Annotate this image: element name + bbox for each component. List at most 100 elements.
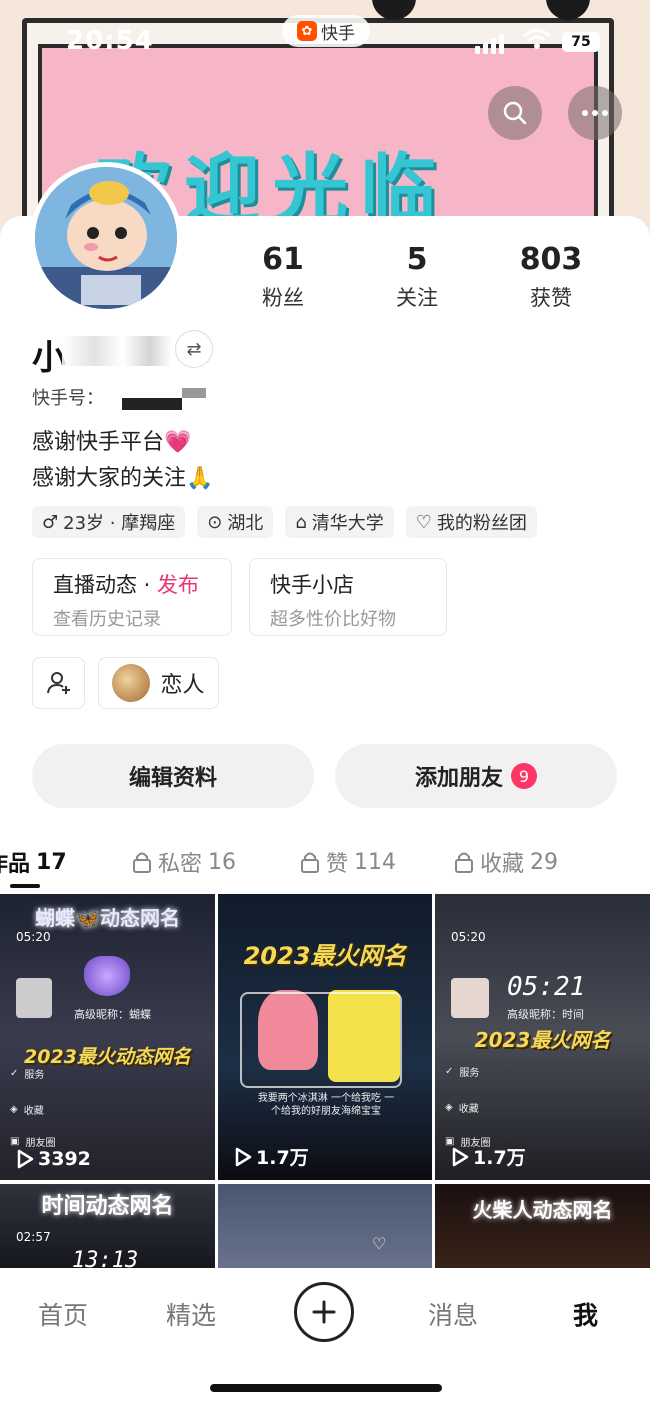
battery-indicator: 75 <box>562 32 600 52</box>
publish-link[interactable]: 发布 <box>157 573 199 597</box>
nickname: 小 <box>32 338 66 378</box>
tag-age: ♂ 23岁 · 摩羯座 <box>32 506 186 538</box>
thumbnail-nickname: 高级昵称：蝴蝶 <box>74 1008 151 1021</box>
tab-liked[interactable]: 赞 114 <box>300 846 396 878</box>
stat-number: 803 <box>519 242 583 277</box>
add-relation-button[interactable] <box>32 657 85 709</box>
menu-line: ▣ 朋友圈 <box>10 1134 55 1149</box>
graduation-cap-icon: ⌂ <box>295 511 307 533</box>
tab-works[interactable]: 作品 17 <box>0 846 67 878</box>
play-count-value: 1.7万 <box>256 1147 309 1169</box>
thumbnail-nickname: 高级昵称：时间 <box>507 1008 584 1021</box>
tag-label: 我的粉丝团 <box>436 513 527 534</box>
play-count: 1.7万 <box>451 1143 526 1170</box>
stat-number: 5 <box>406 242 428 277</box>
edit-profile-button[interactable]: 编辑资料 <box>32 744 314 808</box>
card-subtitle: 超多性价比好物 <box>270 609 396 630</box>
nickname-redaction <box>62 336 172 366</box>
add-person-icon <box>46 672 70 694</box>
create-post-button[interactable] <box>294 1282 354 1342</box>
search-button[interactable] <box>488 86 542 140</box>
tab-count: 29 <box>530 849 559 875</box>
more-options-button[interactable] <box>568 86 622 140</box>
play-count: 3392 <box>16 1148 91 1170</box>
card-title: 直播动态 · 发布 <box>53 569 211 599</box>
kuaishou-logo-icon: ✿ <box>297 21 317 41</box>
tag-label: 23岁 · 摩羯座 <box>63 513 176 534</box>
menu-label: 服务 <box>459 1068 480 1079</box>
video-thumbnail[interactable]: 2023最火网名 我要两个冰淇淋 一个给我吃 一个给我的好朋友海绵宝宝 1.7万 <box>218 894 432 1180</box>
tag-label: 清华大学 <box>311 513 384 534</box>
kuaishou-shop-card[interactable]: 快手小店 超多性价比好物 <box>249 558 447 636</box>
stat-label: 关注 <box>396 286 438 310</box>
video-thumbnail[interactable]: ♡ <box>218 1184 432 1274</box>
lock-icon <box>133 852 151 873</box>
play-count-value: 3392 <box>38 1148 91 1170</box>
switch-icon: ⇄ <box>186 338 202 360</box>
tab-label: 作品 <box>0 852 31 877</box>
fan-group-icon: ♡ <box>415 511 432 533</box>
lover-avatar <box>112 664 151 702</box>
status-bar: 20:54 ✿ 快手 75 <box>0 0 650 84</box>
nav-featured[interactable]: 精选 <box>166 1296 216 1332</box>
stat-fans[interactable]: 61 粉丝 <box>228 242 338 312</box>
tag-fan-group[interactable]: ♡ 我的粉丝团 <box>405 506 537 538</box>
lock-icon <box>455 852 473 873</box>
menu-label: 收藏 <box>23 1106 44 1117</box>
video-thumbnail[interactable]: 05:20 05:21 高级昵称：时间 2023最火网名 ✓ 服务 ◈ 收藏 ▣ 朋友… <box>435 894 650 1180</box>
video-thumbnail[interactable]: 蝴蝶🦋动态网名 05:20 高级昵称：蝴蝶 2023最火动态网名 ✓ 服务 ◈ 收藏… <box>0 894 215 1180</box>
plus-icon <box>312 1300 336 1324</box>
stat-likes[interactable]: 803 获赞 <box>496 242 606 312</box>
tag-school: ⌂ 清华大学 <box>285 506 394 538</box>
lover-label: 恋人 <box>160 673 205 698</box>
tab-label: 私密 <box>158 852 203 877</box>
thumbnail-title: 蝴蝶🦋动态网名 <box>35 906 180 930</box>
tab-favorites[interactable]: 收藏 29 <box>454 846 558 878</box>
more-dots-icon <box>582 110 608 116</box>
nav-messages[interactable]: 消息 <box>428 1296 478 1332</box>
stat-label: 获赞 <box>530 286 572 310</box>
content-tabs: 作品 17 私密 16 赞 114 收藏 29 <box>0 838 650 888</box>
live-activity-card[interactable]: 直播动态 · 发布 查看历史记录 <box>32 558 232 636</box>
stat-label: 粉丝 <box>262 286 304 310</box>
menu-label: 收藏 <box>458 1104 479 1115</box>
video-thumbnail[interactable]: 时间动态网名 02:57 13:13 <box>0 1184 215 1274</box>
thumbnail-caption: 我要两个冰淇淋 一个给我吃 一个给我的好朋友海绵宝宝 <box>257 1093 395 1117</box>
lover-relation-button[interactable]: 恋人 <box>98 657 219 709</box>
card-subtitle: 查看历史记录 <box>53 609 161 630</box>
add-friend-label: 添加朋友 <box>414 766 503 791</box>
add-friend-button[interactable]: 添加朋友 9 <box>335 744 617 808</box>
home-indicator[interactable] <box>210 1384 442 1392</box>
menu-label: 服务 <box>24 1070 45 1081</box>
tab-count: 16 <box>208 849 237 875</box>
cube-icon: ◈ <box>10 1104 18 1115</box>
play-count: 1.7万 <box>234 1143 309 1170</box>
butterfly-image <box>84 956 130 996</box>
stat-following[interactable]: 5 关注 <box>362 242 472 312</box>
heart-icon: ♡ <box>372 1234 387 1253</box>
separator: · <box>137 573 158 597</box>
nav-me[interactable]: 我 <box>573 1296 598 1332</box>
nav-home[interactable]: 首页 <box>38 1296 88 1332</box>
notification-badge: 9 <box>511 763 537 789</box>
avatar[interactable] <box>30 162 182 314</box>
location-icon: ⊙ <box>207 511 223 533</box>
kuaishou-id-label: 快手号： <box>32 388 104 409</box>
menu-line: ◈ 收藏 <box>445 1100 479 1115</box>
bottom-navigation: 首页 精选 消息 我 <box>0 1268 650 1407</box>
cube-icon: ◈ <box>445 1102 453 1113</box>
thumbnail-time: 05:20 <box>16 930 51 944</box>
tab-count: 17 <box>36 849 67 875</box>
lock-icon <box>301 852 319 873</box>
male-icon: ♂ <box>42 511 59 533</box>
app-indicator-pill[interactable]: ✿ 快手 <box>282 15 370 47</box>
video-thumbnail[interactable]: 火柴人动态网名 <box>435 1184 650 1274</box>
tab-label: 赞 <box>326 852 349 877</box>
menu-line: ✓ 服务 <box>10 1066 44 1081</box>
search-icon <box>503 101 527 125</box>
thumbnail-overlay-title: 2023最火动态网名 <box>24 1046 191 1068</box>
switch-account-button[interactable]: ⇄ <box>175 330 213 368</box>
thumbnail-title: 2023最火网名 <box>243 942 407 970</box>
profile-tags: ♂ 23岁 · 摩羯座 ⊙ 湖北 ⌂ 清华大学 ♡ 我的粉丝团 <box>32 506 537 538</box>
tab-private[interactable]: 私密 16 <box>132 846 236 878</box>
